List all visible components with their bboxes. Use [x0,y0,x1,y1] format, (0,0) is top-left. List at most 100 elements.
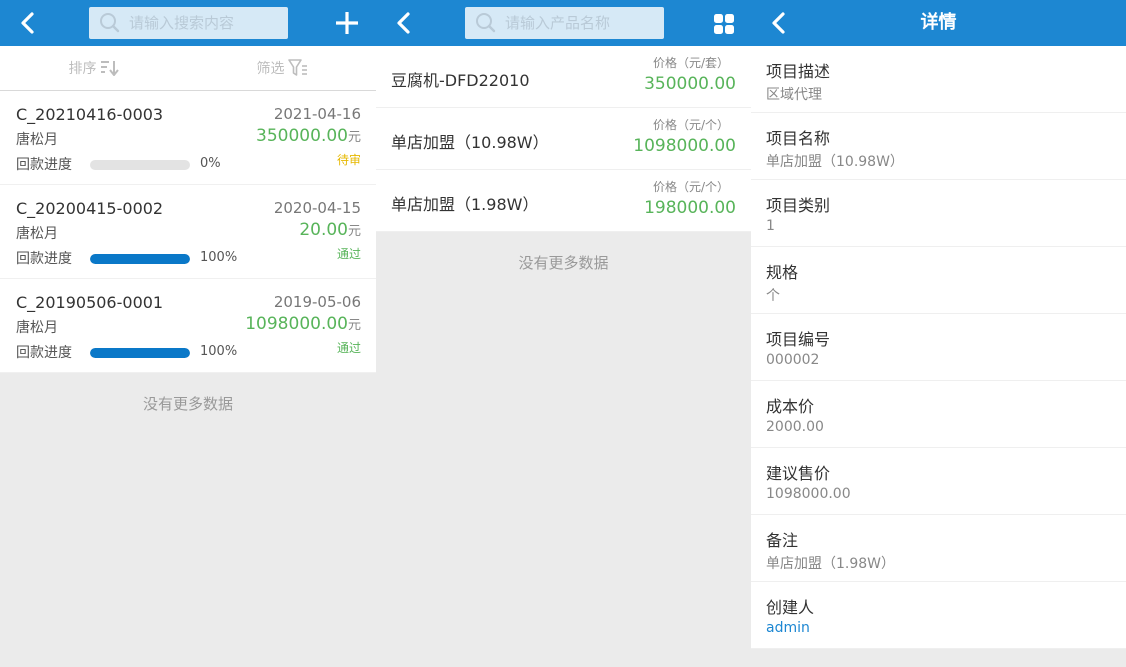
detail-value: 个 [766,288,780,304]
order-person: 唐松月 [16,132,58,148]
status-badge: 通过 [336,247,361,261]
detail-row: 项目类别 1 [751,180,1126,247]
progress-percent: 100% [200,250,238,265]
product-name: 单店加盟（1.98W） [391,195,539,214]
products-header [376,0,751,46]
price-label: 价格（元/套） [652,56,729,70]
search-icon [476,13,496,33]
sort-filter-bar: 排序 筛选 [0,46,376,91]
no-more-data-text: 没有更多数据 [142,395,233,413]
detail-row: 项目描述 区域代理 [751,46,1126,113]
detail-row: 创建人 admin [751,582,1126,649]
back-button[interactable] [390,10,418,36]
product-name: 豆腐机-DFD22010 [391,71,530,90]
search-input[interactable] [505,14,655,32]
detail-value: 2000.00 [766,419,824,435]
detail-row: 项目名称单店加盟（10.98W） [751,113,1126,180]
detail-screen: 详情 项目描述区域代理项目名称单店加盟（10.98W） 项目类别 1 规格个项目编号 0… [751,0,1126,667]
detail-label: 项目类别 [766,196,831,215]
sort-label: 排序 [68,61,97,77]
order-person: 唐松月 [16,320,58,336]
back-button[interactable] [14,10,42,36]
page-title: 详情 [920,12,957,33]
plus-icon [336,12,358,34]
add-button[interactable] [334,10,360,36]
search-field[interactable] [465,7,664,39]
filter-button[interactable]: 筛选 [188,46,376,90]
order-date: 2020-04-15 [273,199,361,217]
order-amount: 1098000.00元 [245,314,361,334]
chevron-left-icon [772,12,785,34]
creator-link[interactable]: admin [766,620,810,636]
detail-value: 单店加盟（1.98W） [766,556,896,572]
chevron-left-icon [397,12,410,34]
search-field[interactable] [89,7,288,39]
progress-fill [90,348,190,358]
detail-label: 建议售价 [766,464,831,483]
amount-unit: 元 [347,318,361,333]
order-person: 唐松月 [16,226,58,242]
status-badge: 通过 [336,341,361,355]
detail-row: 规格个 [751,247,1126,314]
detail-label: 规格 [766,263,799,282]
status-badge: 待审 [336,153,361,167]
chevron-left-icon [21,12,34,34]
order-date: 2019-05-06 [273,293,361,311]
detail-label: 项目名称 [766,129,831,148]
product-row[interactable]: 单店加盟（1.98W） 价格（元/个） 198000.00 [376,170,751,232]
detail-row: 备注单店加盟（1.98W） [751,515,1126,582]
sort-icon [100,61,119,76]
progress-label: 回款进度 [16,251,72,267]
sort-button[interactable]: 排序 [0,46,188,90]
detail-value: 单店加盟（10.98W） [766,154,904,170]
product-row[interactable]: 单店加盟（10.98W） 价格（元/个） 1098000.00 [376,108,751,170]
back-button[interactable] [765,10,793,36]
progress-label: 回款进度 [16,345,72,361]
amount-value: 1098000.00 [245,314,348,334]
progress-bar [90,348,190,358]
search-icon [100,13,120,33]
orders-header [0,0,376,46]
order-amount: 350000.00元 [256,126,361,146]
orders-screen: 排序 筛选 C_20210416-0003 2021-04-16 唐松月 350000… [0,0,376,667]
detail-row: 项目编号 000002 [751,314,1126,381]
search-input[interactable] [129,14,279,32]
products-list: 豆腐机-DFD22010 价格（元/套） 350000.00 单店加盟（10.98W）… [376,46,751,232]
product-row[interactable]: 豆腐机-DFD22010 价格（元/套） 350000.00 [376,46,751,108]
amount-value: 20.00 [299,220,348,240]
grid-view-button[interactable] [713,13,735,35]
detail-label: 项目编号 [766,330,831,349]
order-date: 2021-04-16 [273,105,361,123]
order-code: C_20200415-0002 [16,199,164,218]
detail-label: 备注 [766,531,799,550]
progress-label: 回款进度 [16,157,72,173]
price-label: 价格（元/个） [652,118,729,132]
detail-row: 建议售价 1098000.00 [751,448,1126,515]
detail-fields: 项目描述区域代理项目名称单店加盟（10.98W） 项目类别 1 规格个项目编号 0000… [751,46,1126,649]
detail-value: 区域代理 [766,87,822,103]
filter-icon [287,59,307,76]
amount-unit: 元 [347,130,361,145]
order-row[interactable]: C_20200415-0002 2020-04-15 唐松月 20.00元通过 回款进度… [0,185,376,279]
progress-bar [90,254,190,264]
progress-percent: 0% [200,156,221,171]
detail-label: 创建人 [766,598,815,617]
progress-percent: 100% [200,344,238,359]
order-row[interactable]: C_20210416-0003 2021-04-16 唐松月 350000.00元待审… [0,91,376,185]
price-value: 198000.00 [644,198,736,218]
order-code: C_20190506-0001 [16,293,164,312]
order-row[interactable]: C_20190506-0001 2019-05-06 唐松月 1098000.00元通… [0,279,376,373]
progress-bar [90,160,190,170]
products-screen: 豆腐机-DFD22010 价格（元/套） 350000.00 单店加盟（10.98W）… [376,0,751,667]
detail-value: 1098000.00 [766,486,851,502]
order-code: C_20210416-0003 [16,105,164,124]
amount-value: 350000.00 [256,126,348,146]
detail-value: 1 [766,218,775,234]
detail-row: 成本价 2000.00 [751,381,1126,448]
no-more-data-text: 没有更多数据 [518,254,609,272]
filter-label: 筛选 [256,61,285,77]
amount-unit: 元 [347,224,361,239]
product-name: 单店加盟（10.98W） [391,133,549,152]
orders-list: C_20210416-0003 2021-04-16 唐松月 350000.00元 待审… [0,91,376,373]
detail-label: 项目描述 [766,62,831,81]
